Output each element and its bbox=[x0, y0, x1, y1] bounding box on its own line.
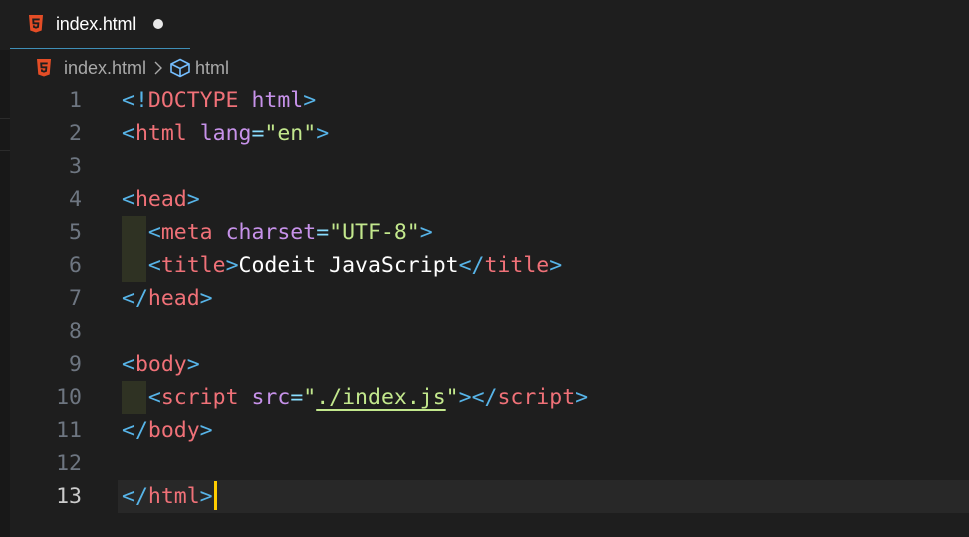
breadcrumb-symbol[interactable]: html bbox=[169, 58, 229, 79]
breadcrumb-file-label: index.html bbox=[64, 57, 147, 78]
tab-index-html[interactable]: index.html bbox=[10, 0, 190, 49]
code-line[interactable]: 5 <meta charset="UTF-8"> bbox=[0, 216, 969, 249]
code-line[interactable]: 11 </body> bbox=[0, 414, 969, 447]
line-number: 5 bbox=[69, 220, 82, 245]
html5-icon bbox=[37, 59, 51, 77]
code-text: </body> bbox=[122, 418, 213, 443]
code-text: </head> bbox=[122, 286, 213, 311]
breadcrumb-file[interactable]: index.html bbox=[36, 58, 146, 79]
editor-window: index.html index.html html 1 <!DOCTYPE ht… bbox=[0, 0, 969, 537]
code-line[interactable]: 3 bbox=[0, 150, 969, 183]
breadcrumb-symbol-label: html bbox=[195, 57, 230, 78]
code-text: <meta charset="UTF-8"> bbox=[147, 220, 433, 245]
code-text: <html lang="en"> bbox=[122, 121, 330, 146]
code-line[interactable]: 4 <head> bbox=[0, 183, 969, 216]
code-text: <head> bbox=[122, 187, 200, 212]
code-text: <!DOCTYPE html> bbox=[122, 88, 317, 113]
code-text: <script src="./index.js"></script> bbox=[147, 385, 589, 410]
text-cursor bbox=[213, 480, 217, 510]
line-number: 11 bbox=[56, 418, 82, 443]
line-number: 12 bbox=[56, 451, 82, 476]
code-line[interactable]: 7 </head> bbox=[0, 282, 969, 315]
code-line[interactable]: 8 bbox=[0, 315, 969, 348]
code-editor[interactable]: 1 <!DOCTYPE html> 2 <html lang="en"> 3 4 <head… bbox=[0, 84, 969, 537]
line-number: 1 bbox=[69, 88, 82, 113]
code-line[interactable]: 9 <body> bbox=[0, 348, 969, 381]
tab-label: index.html bbox=[56, 13, 137, 34]
line-number: 2 bbox=[69, 121, 82, 146]
line-number: 6 bbox=[69, 253, 82, 278]
code-text: <title>Codeit JavaScript</title> bbox=[147, 253, 563, 278]
line-number: 8 bbox=[69, 319, 82, 344]
current-line-highlight bbox=[118, 480, 969, 513]
cube-icon bbox=[170, 58, 190, 78]
code-line[interactable]: 12 bbox=[0, 447, 969, 480]
code-line[interactable]: 10 <script src="./index.js"></script> bbox=[0, 381, 969, 414]
tab-bar: index.html bbox=[0, 0, 969, 50]
line-number: 4 bbox=[69, 187, 82, 212]
code-line[interactable]: 2 <html lang="en"> bbox=[0, 117, 969, 150]
line-number: 3 bbox=[69, 154, 82, 179]
code-text: </html> bbox=[122, 480, 217, 513]
html5-icon bbox=[29, 15, 43, 33]
line-number: 9 bbox=[69, 352, 82, 377]
code-line[interactable]: 6 <title>Codeit JavaScript</title> bbox=[0, 249, 969, 282]
code-line[interactable]: 13 </html> bbox=[0, 480, 969, 513]
code-line[interactable]: 1 <!DOCTYPE html> bbox=[0, 84, 969, 117]
unsaved-dot-icon[interactable] bbox=[153, 19, 164, 29]
code-text: <body> bbox=[122, 352, 200, 377]
line-number: 13 bbox=[56, 484, 82, 509]
chevron-right-icon bbox=[154, 61, 163, 75]
breadcrumb: index.html html bbox=[36, 56, 229, 80]
line-number: 10 bbox=[56, 385, 82, 410]
line-number: 7 bbox=[69, 286, 82, 311]
